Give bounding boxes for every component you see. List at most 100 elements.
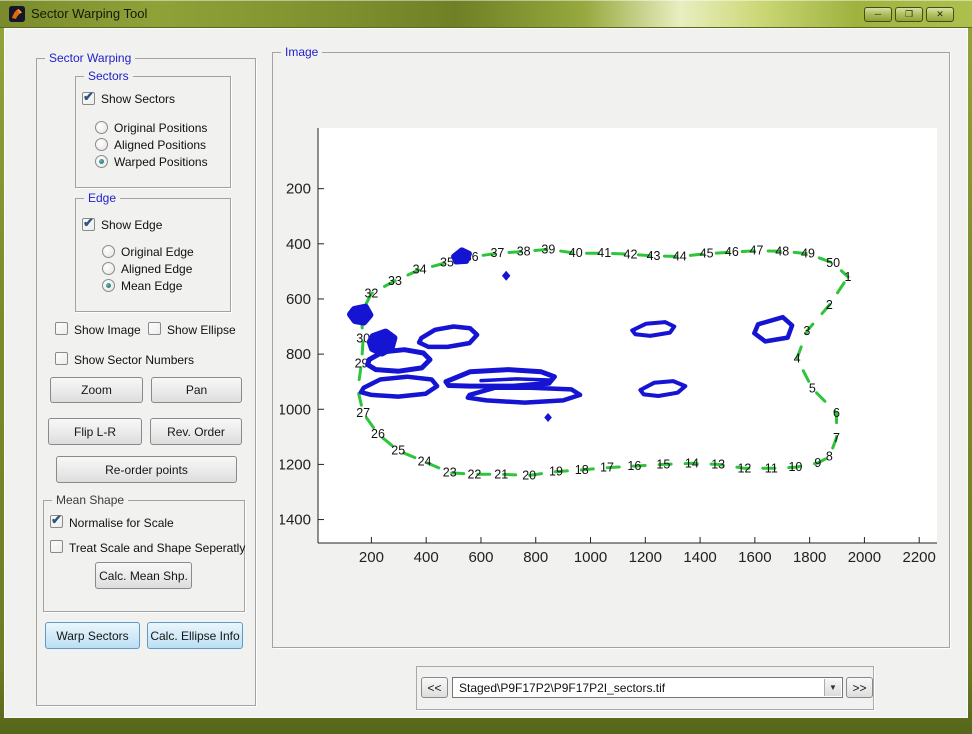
x-tick-label: 800 bbox=[523, 549, 548, 566]
sector-number-label: 33 bbox=[388, 274, 402, 288]
x-tick-label: 1600 bbox=[738, 549, 771, 566]
x-tick-label: 1400 bbox=[683, 549, 716, 566]
normalise-for-scale-checkbox[interactable]: ✔ bbox=[50, 515, 63, 528]
reorder-points-button[interactable]: Re-order points bbox=[56, 456, 237, 483]
close-button[interactable]: ✕ bbox=[926, 7, 954, 22]
sector-number-label: 16 bbox=[627, 459, 641, 473]
x-tick-label: 400 bbox=[414, 549, 439, 566]
sector-number-label: 25 bbox=[391, 444, 405, 458]
sector-number-label: 17 bbox=[600, 461, 614, 475]
dropdown-arrow-icon[interactable]: ▼ bbox=[824, 679, 841, 696]
check-icon: ✔ bbox=[83, 89, 94, 105]
window-title: Sector Warping Tool bbox=[31, 6, 147, 21]
x-tick-label: 200 bbox=[359, 549, 384, 566]
sector-number-label: 24 bbox=[418, 455, 432, 469]
show-sectors-label: Show Sectors bbox=[101, 92, 175, 106]
aligned-edge-label: Aligned Edge bbox=[121, 262, 192, 276]
sector-number-label: 15 bbox=[656, 457, 670, 471]
sector-number-label: 23 bbox=[443, 466, 457, 480]
check-icon: ✔ bbox=[83, 215, 94, 231]
sector-number-label: 26 bbox=[371, 427, 385, 441]
next-file-button[interactable]: >> bbox=[846, 677, 873, 698]
show-sector-numbers-checkbox[interactable]: ✔ bbox=[55, 352, 68, 365]
zoom-button[interactable]: Zoom bbox=[50, 377, 143, 403]
aligned-positions-radio[interactable] bbox=[95, 138, 108, 151]
sector-number-label: 18 bbox=[575, 463, 589, 477]
sector-number-label: 46 bbox=[725, 245, 739, 259]
original-positions-radio[interactable] bbox=[95, 121, 108, 134]
flip-lr-button[interactable]: Flip L-R bbox=[48, 418, 142, 445]
sector-number-label: 8 bbox=[826, 450, 833, 464]
y-tick-label: 1000 bbox=[280, 401, 311, 418]
sector-number-label: 13 bbox=[711, 457, 725, 471]
sector-number-label: 32 bbox=[364, 286, 378, 300]
sector-number-label: 9 bbox=[814, 456, 821, 470]
aligned-edge-radio[interactable] bbox=[102, 262, 115, 275]
aligned-positions-label: Aligned Positions bbox=[114, 138, 206, 152]
mean-shape-group-title: Mean Shape bbox=[52, 493, 128, 507]
rev-order-button[interactable]: Rev. Order bbox=[150, 418, 242, 445]
maximize-button[interactable]: ❐ bbox=[895, 7, 923, 22]
show-edge-label: Show Edge bbox=[101, 218, 162, 232]
x-tick-label: 1000 bbox=[574, 549, 607, 566]
file-dropdown-value: Staged\P9F17P2\P9F17P2I_sectors.tif bbox=[459, 681, 665, 695]
show-ellipse-label: Show Ellipse bbox=[167, 323, 236, 337]
prev-file-button[interactable]: << bbox=[421, 677, 448, 698]
normalise-for-scale-label: Normalise for Scale bbox=[69, 516, 174, 530]
sector-number-label: 7 bbox=[833, 431, 840, 445]
sector-number-label: 4 bbox=[794, 352, 801, 366]
contour-path bbox=[351, 307, 370, 322]
radio-dot bbox=[99, 159, 104, 164]
warp-sectors-button[interactable]: Warp Sectors bbox=[45, 622, 140, 649]
mean-edge-label: Mean Edge bbox=[121, 279, 182, 293]
original-positions-label: Original Positions bbox=[114, 121, 207, 135]
calc-ellipse-info-button[interactable]: Calc. Ellipse Info bbox=[147, 622, 243, 649]
y-tick-label: 1400 bbox=[280, 512, 311, 529]
x-tick-label: 1800 bbox=[793, 549, 826, 566]
show-image-checkbox[interactable]: ✔ bbox=[55, 322, 68, 335]
sector-number-label: 48 bbox=[775, 244, 789, 258]
calc-mean-shape-button[interactable]: Calc. Mean Shp. bbox=[95, 562, 192, 589]
show-sector-numbers-label: Show Sector Numbers bbox=[74, 353, 194, 367]
file-dropdown[interactable]: Staged\P9F17P2\P9F17P2I_sectors.tif ▼ bbox=[452, 677, 843, 698]
sector-number-label: 49 bbox=[801, 247, 815, 261]
sector-number-label: 19 bbox=[549, 465, 563, 479]
sector-number-label: 42 bbox=[624, 247, 638, 261]
show-edge-checkbox[interactable]: ✔ bbox=[82, 218, 95, 231]
show-ellipse-checkbox[interactable]: ✔ bbox=[148, 322, 161, 335]
plot-area bbox=[318, 128, 937, 543]
contour-path bbox=[454, 250, 469, 261]
sectors-group-title: Sectors bbox=[84, 69, 133, 83]
sector-warping-panel-title: Sector Warping bbox=[45, 51, 135, 65]
treat-scale-shape-label: Treat Scale and Shape Seperatly bbox=[69, 541, 245, 555]
image-panel-title: Image bbox=[281, 45, 322, 59]
title-bar[interactable]: Sector Warping Tool ─ ❐ ✕ bbox=[0, 0, 972, 28]
original-edge-radio[interactable] bbox=[102, 245, 115, 258]
minimize-button[interactable]: ─ bbox=[864, 7, 892, 22]
show-sectors-checkbox[interactable]: ✔ bbox=[82, 92, 95, 105]
mean-edge-radio[interactable] bbox=[102, 279, 115, 292]
warped-positions-radio[interactable] bbox=[95, 155, 108, 168]
sector-number-label: 12 bbox=[737, 461, 751, 475]
app-window: Sector Warping Tool ─ ❐ ✕ Sector Warping… bbox=[0, 0, 972, 734]
sector-number-label: 45 bbox=[700, 247, 714, 261]
sector-number-label: 6 bbox=[833, 406, 840, 420]
x-tick-label: 2200 bbox=[903, 549, 936, 566]
pan-button[interactable]: Pan bbox=[151, 377, 242, 403]
treat-scale-shape-checkbox[interactable]: ✔ bbox=[50, 540, 63, 553]
sector-number-label: 47 bbox=[750, 244, 764, 258]
sector-number-label: 40 bbox=[569, 246, 583, 260]
sector-number-label: 3 bbox=[803, 324, 810, 338]
sector-number-label: 22 bbox=[467, 467, 481, 481]
sector-number-label: 39 bbox=[541, 242, 555, 256]
x-tick-label: 2000 bbox=[848, 549, 881, 566]
x-tick-label: 600 bbox=[468, 549, 493, 566]
y-tick-label: 600 bbox=[286, 291, 311, 308]
sector-number-label: 5 bbox=[809, 382, 816, 396]
y-tick-label: 1200 bbox=[280, 456, 311, 473]
sector-number-label: 50 bbox=[826, 256, 840, 270]
sector-number-label: 10 bbox=[788, 460, 802, 474]
show-image-label: Show Image bbox=[74, 323, 141, 337]
plot-svg[interactable]: 200 400 600 800 1000 1200 1400 1600 1800 2000 2200… bbox=[280, 60, 942, 640]
contour-path bbox=[481, 379, 549, 381]
